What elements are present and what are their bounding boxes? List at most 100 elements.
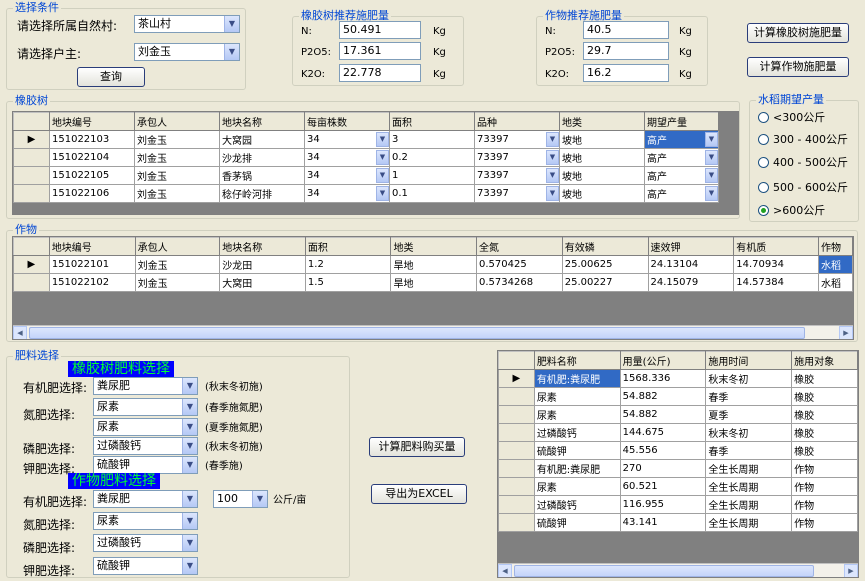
col-header[interactable]: 面积 <box>304 237 392 256</box>
rubber-nitrogen-summer-select[interactable]: 尿素 ▼ <box>93 418 198 436</box>
rice-yield-option-3[interactable]: 400 - 500公斤 <box>758 156 848 170</box>
cell[interactable]: 春季 <box>705 387 793 406</box>
cell[interactable]: 25.00227 <box>561 273 649 292</box>
cell[interactable]: 151022102 <box>48 273 136 292</box>
radio-icon[interactable] <box>758 134 769 145</box>
cell[interactable]: 0.1 <box>389 184 475 203</box>
chevron-down-icon[interactable]: ▼ <box>182 457 197 473</box>
col-header[interactable]: 肥料名称 <box>533 351 621 370</box>
cell[interactable]: 14.57384 <box>733 273 819 292</box>
chevron-down-icon[interactable]: ▼ <box>705 168 718 183</box>
cell[interactable]: 夏季 <box>705 405 793 424</box>
table-row[interactable]: 尿素 54.882 春季 橡胶 <box>498 387 858 406</box>
cell[interactable]: 1 <box>389 166 475 185</box>
rubber-organic-select[interactable]: 粪尿肥 ▼ <box>93 377 198 395</box>
rice-yield-option-2[interactable]: 300 - 400公斤 <box>758 133 848 147</box>
chevron-down-icon[interactable]: ▼ <box>376 132 389 147</box>
cell[interactable]: 坡地 <box>559 166 645 185</box>
col-header[interactable]: 地块编号 <box>48 237 136 256</box>
cell-combo[interactable]: 73397 ▼ <box>474 184 560 203</box>
cell[interactable]: 全生长周期 <box>705 495 793 514</box>
cell[interactable]: 尿素 <box>533 405 621 424</box>
cell[interactable]: 沙龙田 <box>219 255 306 274</box>
cell[interactable]: 151022101 <box>48 255 136 274</box>
col-header[interactable]: 地类 <box>559 112 645 131</box>
cell[interactable]: 过磷酸钙 <box>533 423 621 442</box>
radio-checked-icon[interactable] <box>758 205 769 216</box>
cell[interactable]: 1568.336 <box>619 369 707 388</box>
cell[interactable]: 作物 <box>791 513 858 532</box>
query-button[interactable]: 查询 <box>77 67 145 87</box>
cell[interactable]: 沙龙排 <box>219 148 305 167</box>
chevron-down-icon[interactable]: ▼ <box>376 150 389 165</box>
result-grid-hscrollbar[interactable]: ◀ ▶ <box>498 563 858 577</box>
col-header[interactable]: 施用时间 <box>705 351 793 370</box>
row-header[interactable] <box>498 405 535 424</box>
cell[interactable]: 54.882 <box>619 405 707 424</box>
col-header[interactable]: 有机质 <box>733 237 819 256</box>
chevron-down-icon[interactable]: ▼ <box>546 168 559 183</box>
radio-icon[interactable] <box>758 112 769 123</box>
cell[interactable]: 秋末冬初 <box>705 423 793 442</box>
cell[interactable]: 45.556 <box>619 441 707 460</box>
cell[interactable]: 25.00625 <box>561 255 649 274</box>
cell[interactable]: 43.141 <box>619 513 707 532</box>
scroll-thumb[interactable] <box>29 327 805 339</box>
cell[interactable]: 14.70934 <box>733 255 819 274</box>
cell[interactable]: 0.2 <box>389 148 475 167</box>
cell[interactable]: 硫酸钾 <box>533 441 621 460</box>
crop-potash-select[interactable]: 硫酸钾 ▼ <box>93 557 198 575</box>
radio-icon[interactable] <box>758 157 769 168</box>
cell[interactable]: 全生长周期 <box>705 459 793 478</box>
chevron-down-icon[interactable]: ▼ <box>182 558 197 574</box>
row-header[interactable] <box>498 423 535 442</box>
table-row[interactable]: ▶ 151022101 刘金玉 沙龙田 1.2 旱地 0.570425 25.0… <box>13 255 853 274</box>
rubber-phosphate-select[interactable]: 过磷酸钙 ▼ <box>93 437 198 455</box>
cell[interactable]: 刘金玉 <box>134 273 221 292</box>
row-header[interactable] <box>498 513 535 532</box>
chevron-down-icon[interactable]: ▼ <box>182 438 197 454</box>
col-header[interactable]: 每亩株数 <box>304 112 390 131</box>
organic-amount-select[interactable]: 100 ▼ <box>213 490 268 508</box>
crop-phosphate-select[interactable]: 过磷酸钙 ▼ <box>93 534 198 552</box>
rubber-p2o5-field[interactable]: 17.361 <box>339 42 421 60</box>
crop-grid[interactable]: 地块编号 承包人 地块名称 面积 地类 全氮 有效磷 速效钾 有机质 作物 ▶ … <box>12 236 854 340</box>
cell[interactable]: 坡地 <box>559 148 645 167</box>
chevron-down-icon[interactable]: ▼ <box>546 132 559 147</box>
rubber-grid[interactable]: 地块编号 承包人 地块名称 每亩株数 面积 品种 地类 期望产量 ▶ 15102… <box>12 111 739 215</box>
rubber-n-field[interactable]: 50.491 <box>339 21 421 39</box>
cell[interactable]: 151022104 <box>49 148 135 167</box>
cell[interactable]: 作物 <box>791 459 858 478</box>
crop-nitrogen-select[interactable]: 尿素 ▼ <box>93 512 198 530</box>
cell[interactable]: 作物 <box>791 477 858 496</box>
cell-combo[interactable]: 34 ▼ <box>304 184 390 203</box>
chevron-down-icon[interactable]: ▼ <box>182 399 197 415</box>
cell[interactable]: 24.15079 <box>647 273 735 292</box>
export-excel-button[interactable]: 导出为EXCEL <box>371 484 467 504</box>
cell-combo[interactable]: 73397 ▼ <box>474 166 560 185</box>
cell[interactable]: 刘金玉 <box>134 166 220 185</box>
cell[interactable]: 春季 <box>705 441 793 460</box>
village-select[interactable]: 茶山村 ▼ <box>134 15 240 33</box>
col-header[interactable]: 期望产量 <box>644 112 719 131</box>
col-header[interactable]: 地块名称 <box>219 237 306 256</box>
cell-combo[interactable]: 34 ▼ <box>304 148 390 167</box>
chevron-down-icon[interactable]: ▼ <box>705 132 718 147</box>
cell[interactable]: 大窝园 <box>219 130 305 149</box>
table-row[interactable]: 硫酸钾 45.556 春季 橡胶 <box>498 441 858 460</box>
current-row-marker[interactable]: ▶ <box>13 130 50 149</box>
table-row[interactable]: 硫酸钾 43.141 全生长周期 作物 <box>498 513 858 532</box>
col-header[interactable]: 全氮 <box>475 237 563 256</box>
crop-n-field[interactable]: 40.5 <box>583 21 669 39</box>
cell[interactable]: 香茅锅 <box>219 166 305 185</box>
col-header[interactable]: 地块名称 <box>219 112 305 131</box>
row-header[interactable] <box>13 273 50 292</box>
chevron-down-icon[interactable]: ▼ <box>182 513 197 529</box>
row-header[interactable] <box>13 166 50 185</box>
col-header[interactable]: 施用对象 <box>791 351 858 370</box>
col-header[interactable]: 用量(公斤) <box>619 351 707 370</box>
table-row[interactable]: 尿素 54.882 夏季 橡胶 <box>498 405 858 424</box>
cell[interactable]: 151022103 <box>49 130 135 149</box>
table-row[interactable]: 151022105 刘金玉 香茅锅 34 ▼ 1 73397 ▼ 坡地 高产 ▼ <box>13 166 719 185</box>
cell-combo[interactable]: 34 ▼ <box>304 166 390 185</box>
